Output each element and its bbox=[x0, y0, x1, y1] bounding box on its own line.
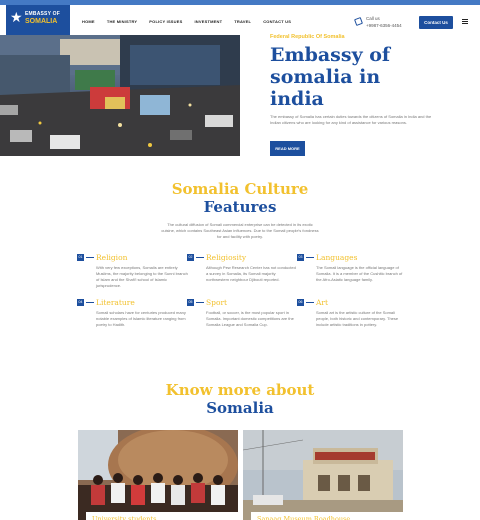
feature-title[interactable]: Art bbox=[316, 299, 328, 307]
feature-title[interactable]: Religion bbox=[96, 254, 127, 262]
feature-text: Football, or soccer, is the most popular… bbox=[206, 310, 294, 327]
feature-divider bbox=[306, 257, 314, 258]
feature-title[interactable]: Languages bbox=[316, 254, 357, 262]
nav-item-investment[interactable]: INVESTMENT bbox=[195, 19, 223, 24]
feature-number: 01 bbox=[77, 254, 84, 261]
hero-image-market-street bbox=[0, 35, 240, 156]
card-university-students[interactable]: University students bbox=[78, 430, 238, 520]
feature-number: 02 bbox=[187, 254, 194, 261]
card-caption: University students bbox=[86, 512, 238, 520]
culture-description: The cultural diffusion of Somali commerc… bbox=[161, 222, 319, 239]
feature-number: 03 bbox=[297, 254, 304, 261]
feature-text: Somali scholars have for centuries produ… bbox=[96, 310, 186, 327]
logo-text-line1: EMBASSY OF bbox=[25, 11, 60, 17]
feature-text: Somali art is the artistic culture of th… bbox=[316, 310, 399, 327]
culture-title-top: Somalia Culture bbox=[171, 180, 309, 198]
university-students-photo bbox=[78, 430, 238, 520]
nav-item-contact-us[interactable]: CONTACT US bbox=[263, 19, 291, 24]
feature-divider bbox=[196, 302, 204, 303]
feature-title[interactable]: Literature bbox=[96, 299, 135, 307]
site-logo[interactable]: ★ EMBASSY OF SOMALIA bbox=[6, 5, 70, 35]
feature-title[interactable]: Sport bbox=[206, 299, 227, 307]
feature-divider bbox=[306, 302, 314, 303]
know-more-title-bottom: Somalia bbox=[206, 399, 274, 417]
hero-title: Embassy of somalia in india bbox=[270, 44, 391, 110]
logo-text-line2: SOMALIA bbox=[25, 18, 58, 25]
feature-text: The Somali language is the official lang… bbox=[316, 265, 403, 282]
call-label: Call us bbox=[366, 16, 380, 21]
nav-item-the-ministry[interactable]: THE MINISTRY bbox=[107, 19, 137, 24]
nav-item-travel[interactable]: TRAVEL bbox=[234, 19, 251, 24]
feature-number: 06 bbox=[297, 299, 304, 306]
hero-eyebrow: Federal Republic Of Somalia bbox=[270, 34, 345, 40]
feature-divider bbox=[86, 257, 94, 258]
card-caption: Sanaag Museum Roadhouse bbox=[251, 512, 403, 520]
feature-divider bbox=[86, 302, 94, 303]
card-sanaag-museum[interactable]: Sanaag Museum Roadhouse bbox=[243, 430, 403, 520]
site-header: ★ EMBASSY OF SOMALIA HOME THE MINISTRY P… bbox=[0, 5, 480, 35]
hero-description: The embassy of Somalia has certain dutie… bbox=[270, 114, 432, 125]
nav-item-policy-issues[interactable]: POLICY ISSUES bbox=[149, 19, 182, 24]
feature-text: Although Pew Research Center has not con… bbox=[206, 265, 296, 282]
culture-title-bottom: Features bbox=[203, 198, 277, 216]
call-number[interactable]: +9987-6356-4454 bbox=[366, 23, 402, 28]
sanaag-museum-photo bbox=[243, 430, 403, 520]
feature-number: 05 bbox=[187, 299, 194, 306]
hamburger-menu-icon[interactable] bbox=[462, 19, 468, 24]
read-more-button[interactable]: READ MORE bbox=[270, 141, 305, 156]
star-icon: ★ bbox=[10, 10, 23, 26]
feature-title[interactable]: Religiosity bbox=[206, 254, 246, 262]
nav-item-home[interactable]: HOME bbox=[82, 19, 95, 24]
feature-text: With very few exceptions, Somalis are en… bbox=[96, 265, 188, 288]
main-nav: HOME THE MINISTRY POLICY ISSUES INVESTME… bbox=[82, 19, 303, 24]
phone-icon bbox=[354, 17, 363, 26]
feature-number: 04 bbox=[77, 299, 84, 306]
contact-us-button[interactable]: Contact Us bbox=[419, 16, 453, 29]
know-more-title-top: Know more about bbox=[165, 381, 315, 399]
feature-divider bbox=[196, 257, 204, 258]
